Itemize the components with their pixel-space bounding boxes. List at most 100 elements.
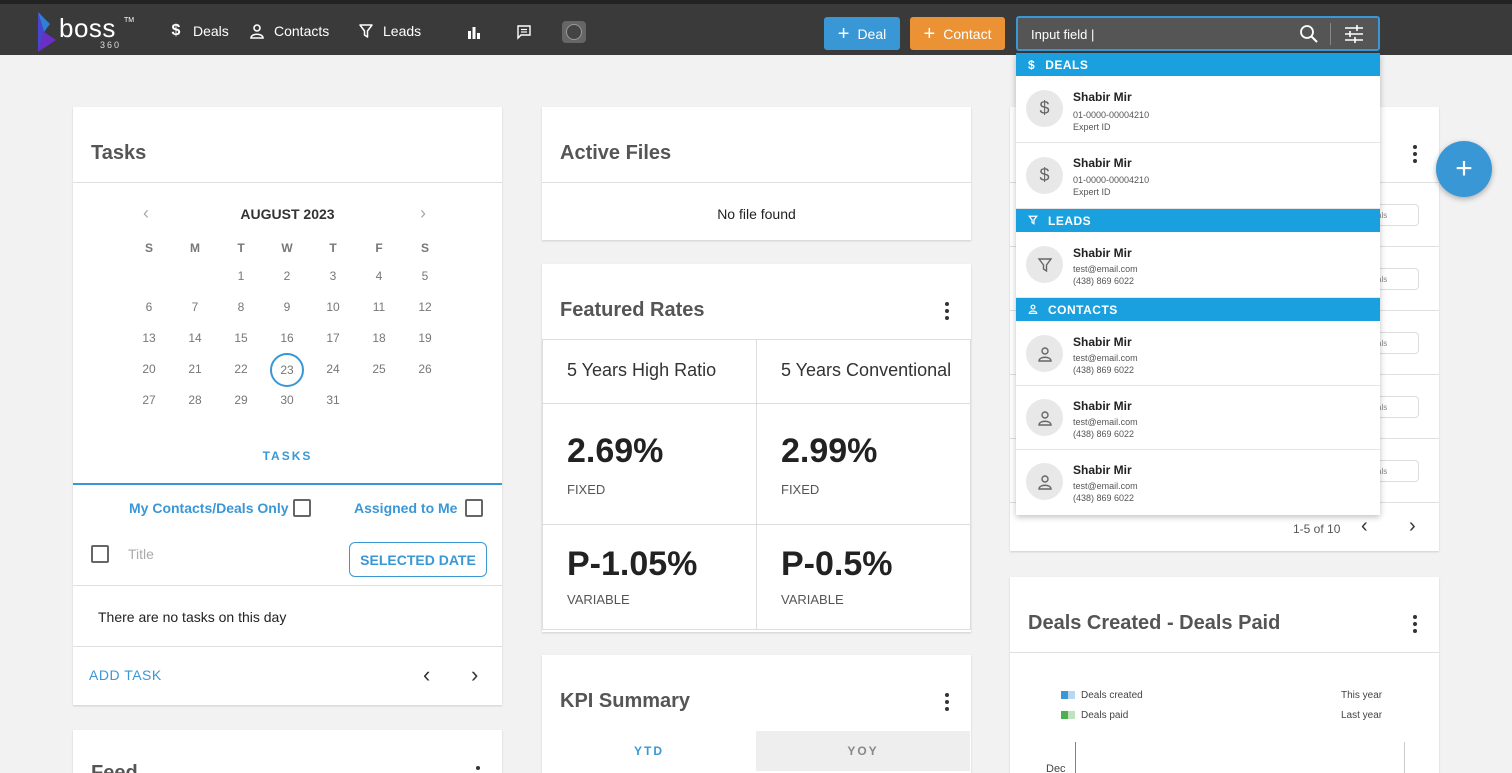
more-vert-icon[interactable] — [1412, 615, 1418, 633]
funnel-icon — [358, 23, 374, 39]
active-files-title: Active Files — [560, 142, 672, 164]
calendar-day[interactable]: 7 — [180, 300, 210, 314]
calendar-day[interactable]: 24 — [318, 362, 348, 376]
nav-leads[interactable]: Leads — [358, 18, 421, 44]
deals-created-paid-card: Deals Created - Deals Paid Deals created… — [1010, 577, 1439, 773]
nav-deals[interactable]: $ Deals — [168, 18, 229, 44]
divider — [73, 585, 502, 586]
calendar-day[interactable]: 18 — [364, 331, 394, 345]
dollar-icon: $ — [1026, 90, 1063, 127]
calendar-day[interactable]: 25 — [364, 362, 394, 376]
add-task-link[interactable]: ADD TASK — [89, 667, 162, 683]
chevron-right-icon[interactable]: › — [1409, 515, 1416, 538]
logo-mark-icon — [38, 12, 56, 52]
calendar-day[interactable]: 6 — [134, 300, 164, 314]
selected-date-button[interactable]: SELECTED DATE — [349, 542, 487, 577]
rate-column-label: 5 Years Conventional — [781, 360, 952, 380]
calendar-day[interactable]: 15 — [226, 331, 256, 345]
floating-add-button[interactable]: + — [1436, 141, 1492, 197]
calendar-day[interactable]: 20 — [134, 362, 164, 376]
my-contacts-checkbox[interactable] — [293, 499, 311, 517]
search-result-lead[interactable]: Shabir Mir test@email.com (438) 869 6022 — [1016, 232, 1380, 298]
calendar-day[interactable]: 4 — [364, 269, 394, 283]
calendar-day[interactable]: 27 — [134, 393, 164, 407]
select-all-checkbox[interactable] — [91, 545, 109, 563]
calendar-day[interactable]: 10 — [318, 300, 348, 314]
calendar-day[interactable]: 1 — [226, 269, 256, 283]
more-vert-icon[interactable] — [1412, 145, 1418, 163]
add-deal-button[interactable]: + Deal — [824, 17, 900, 50]
calendar-day[interactable]: 22 — [226, 362, 256, 376]
calendar-day[interactable]: 8 — [226, 300, 256, 314]
result-line-2: (438) 869 6022 — [1073, 429, 1135, 439]
calendar-day[interactable]: 2 — [272, 269, 302, 283]
calendar-day[interactable]: 9 — [272, 300, 302, 314]
calendar-day[interactable]: 17 — [318, 331, 348, 345]
result-name: Shabir Mir — [1073, 399, 1132, 413]
result-line-1: test@email.com — [1073, 481, 1138, 491]
search-result-deal[interactable]: $ Shabir Mir 01-0000-00004210 Expert ID — [1016, 76, 1380, 143]
rate-type: FIXED — [781, 482, 820, 497]
calendar-day[interactable]: 16 — [272, 331, 302, 345]
calendar-day[interactable]: 14 — [180, 331, 210, 345]
calendar-day[interactable]: 30 — [272, 393, 302, 407]
featured-rates-card: Featured Rates 5 Years High Ratio 5 Year… — [542, 264, 971, 632]
chat-icon[interactable] — [515, 23, 533, 41]
calendar-day[interactable]: 12 — [410, 300, 440, 314]
calendar-weekday: T — [237, 241, 245, 255]
more-vert-icon[interactable] — [475, 766, 481, 773]
calendar-day[interactable]: 21 — [180, 362, 210, 376]
calendar-day[interactable]: 23 — [272, 363, 302, 377]
chevron-left-icon[interactable]: ‹ — [423, 662, 430, 688]
add-deal-label: Deal — [857, 25, 887, 42]
filter-sliders-icon[interactable] — [1343, 24, 1365, 44]
legend-created-label: Deals created — [1081, 690, 1143, 701]
more-vert-icon[interactable] — [944, 693, 950, 711]
assigned-to-me-checkbox[interactable] — [465, 499, 483, 517]
calendar-day[interactable]: 28 — [180, 393, 210, 407]
last-year-label: Last year — [1341, 710, 1383, 721]
result-name: Shabir Mir — [1073, 463, 1132, 477]
calendar-day[interactable]: 29 — [226, 393, 256, 407]
chevron-right-icon[interactable]: › — [471, 662, 478, 688]
chevron-left-icon[interactable]: ‹ — [1361, 515, 1368, 538]
calendar-day[interactable]: 31 — [318, 393, 348, 407]
more-vert-icon[interactable] — [944, 302, 950, 320]
search-input[interactable] — [1031, 25, 1291, 43]
plus-icon: + — [923, 22, 936, 45]
rate-value: 2.99% — [781, 432, 878, 470]
nav-contacts[interactable]: Contacts — [249, 18, 329, 44]
no-file-message: No file found — [717, 206, 796, 222]
add-contact-button[interactable]: + Contact — [910, 17, 1005, 50]
calendar-day[interactable]: 13 — [134, 331, 164, 345]
chevron-right-icon[interactable]: › — [420, 203, 426, 224]
search-icon[interactable] — [1299, 24, 1319, 44]
calendar-day[interactable]: 5 — [410, 269, 440, 283]
calendar-day[interactable]: 11 — [364, 300, 394, 314]
calendar-day[interactable]: 19 — [410, 331, 440, 345]
contacts-section-header: CONTACTS — [1016, 298, 1380, 321]
search-result-contact[interactable]: Shabir Mir test@email.com (438) 869 6022 — [1016, 321, 1380, 386]
tasks-title: Tasks — [91, 142, 147, 164]
divider — [1010, 652, 1439, 653]
search-result-deal[interactable]: $ Shabir Mir 01-0000-00004210 Expert ID — [1016, 143, 1380, 209]
user-avatar[interactable] — [562, 21, 586, 43]
section-label: CONTACTS — [1048, 302, 1118, 317]
empty-tasks-message: There are no tasks on this day — [98, 609, 287, 625]
bar-chart-icon[interactable] — [465, 23, 483, 41]
chart-gridline — [1404, 742, 1405, 773]
calendar-day[interactable]: 26 — [410, 362, 440, 376]
rate-fixed-cell: 2.99% FIXED — [756, 403, 971, 525]
search-result-contact[interactable]: Shabir Mir test@email.com (438) 869 6022 — [1016, 450, 1380, 515]
tab-yoy[interactable]: YOY — [756, 731, 970, 771]
search-result-contact[interactable]: Shabir Mir test@email.com (438) 869 6022 — [1016, 386, 1380, 450]
tab-ytd[interactable]: YTD — [542, 731, 756, 771]
calendar-day[interactable]: 3 — [318, 269, 348, 283]
tab-tasks[interactable]: TASKS — [73, 449, 502, 463]
rate-value: P-0.5% — [781, 545, 893, 583]
boss360-logo[interactable]: boss TM 360 — [34, 10, 134, 54]
legend-swatch-created — [1061, 691, 1075, 699]
person-icon — [1026, 463, 1063, 500]
pagination-text: 1-5 of 10 — [1293, 522, 1341, 536]
calendar-month: AUGUST 2023 — [240, 206, 335, 222]
